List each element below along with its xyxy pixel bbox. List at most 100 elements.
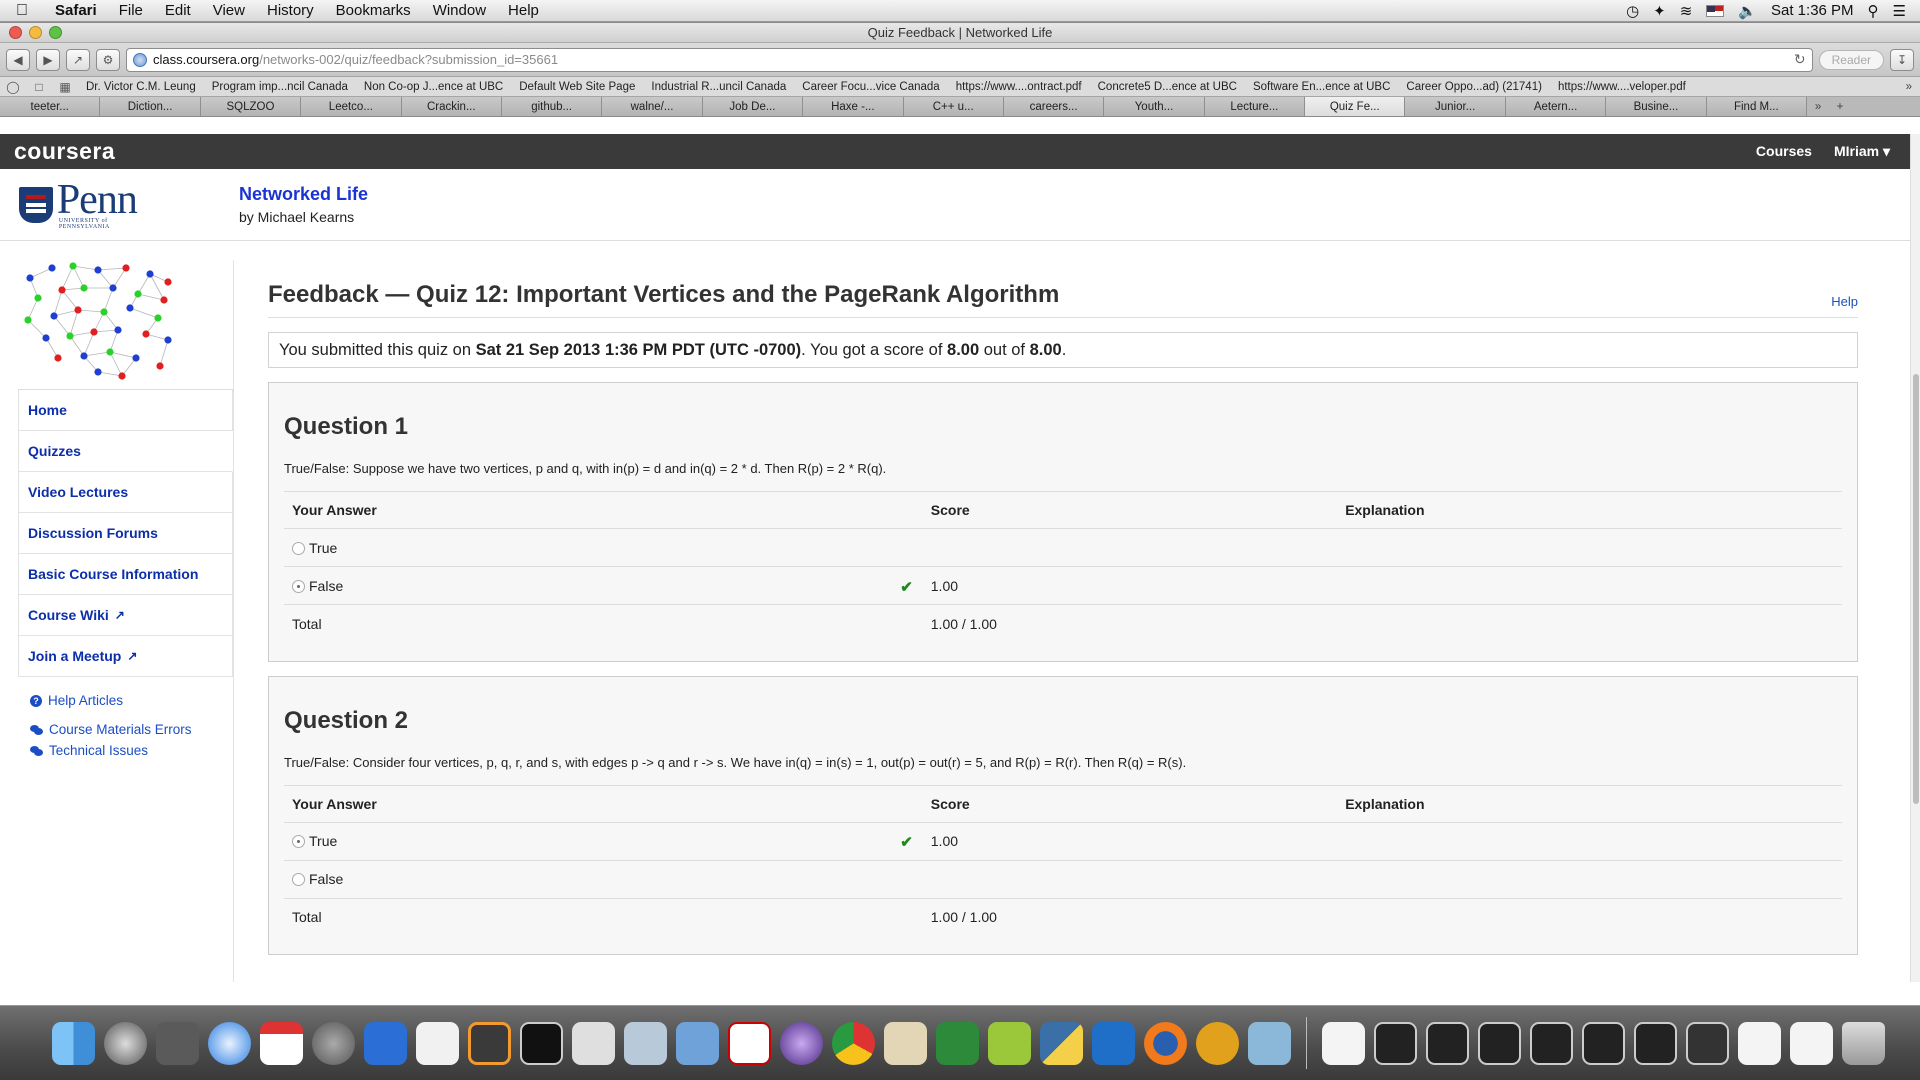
- browser-tab[interactable]: Job De...: [702, 97, 804, 116]
- browser-tab[interactable]: Junior...: [1405, 97, 1506, 116]
- wireshark-icon[interactable]: [1092, 1021, 1135, 1065]
- minimized-window-icon[interactable]: [1530, 1021, 1573, 1065]
- bookmark-item[interactable]: Career Oppo...ad) (21741): [1398, 81, 1550, 93]
- sidebar-item-video-lectures[interactable]: Video Lectures: [18, 472, 233, 513]
- folder-icon[interactable]: [884, 1021, 927, 1065]
- minimized-window-icon[interactable]: [1634, 1021, 1677, 1065]
- minimized-document-icon[interactable]: [1790, 1021, 1833, 1065]
- minimized-window-icon[interactable]: [1582, 1021, 1625, 1065]
- sublime-text-icon[interactable]: [468, 1021, 511, 1065]
- sidebar-item-join-meetup[interactable]: Join a Meetup ↗: [18, 636, 233, 677]
- finder-icon[interactable]: [52, 1021, 95, 1065]
- bookmark-item[interactable]: Program imp...ncil Canada: [204, 81, 356, 93]
- top-sites-icon[interactable]: ▦: [52, 80, 78, 94]
- browser-tab[interactable]: Youth...: [1104, 97, 1205, 116]
- menu-file[interactable]: File: [108, 2, 154, 19]
- forward-button[interactable]: ▶: [36, 48, 60, 71]
- bluetooth-icon[interactable]: ✦: [1653, 2, 1666, 20]
- minimized-window-icon[interactable]: [1426, 1021, 1469, 1065]
- new-tab-icon[interactable]: +: [1829, 101, 1851, 113]
- terminal-icon[interactable]: [520, 1021, 563, 1065]
- calendar-icon[interactable]: [260, 1021, 303, 1065]
- firefox-icon[interactable]: [1144, 1021, 1187, 1065]
- browser-tab[interactable]: Leetco...: [301, 97, 402, 116]
- back-button[interactable]: ◀: [6, 48, 30, 71]
- clock[interactable]: Sat 1:36 PM: [1771, 2, 1854, 19]
- bookmark-item[interactable]: Software En...ence at UBC: [1245, 81, 1398, 93]
- menu-bookmarks[interactable]: Bookmarks: [325, 2, 422, 19]
- spotlight-icon[interactable]: ⚲: [1868, 2, 1879, 20]
- system-preferences-icon[interactable]: [312, 1021, 355, 1065]
- excel-icon[interactable]: [936, 1021, 979, 1065]
- reading-list-icon[interactable]: ◯: [0, 80, 26, 94]
- safari-icon[interactable]: [208, 1021, 251, 1065]
- browser-tab[interactable]: Lecture...: [1204, 97, 1306, 116]
- zoom-window-button[interactable]: [49, 26, 62, 39]
- extensions-button[interactable]: ⚙: [96, 48, 120, 71]
- acrobat-icon[interactable]: [728, 1021, 771, 1065]
- more-tabs-icon[interactable]: »: [1807, 101, 1829, 113]
- menu-window[interactable]: Window: [422, 2, 497, 19]
- browser-tab[interactable]: Diction...: [100, 97, 201, 116]
- time-machine-icon[interactable]: ◷: [1626, 2, 1639, 20]
- browser-tab[interactable]: Quiz Fe...: [1305, 97, 1406, 116]
- browser-tab[interactable]: walne/...: [602, 97, 703, 116]
- browser-tab[interactable]: Haxe -...: [803, 97, 904, 116]
- address-bar[interactable]: class.coursera.org/networks-002/quiz/fee…: [126, 47, 1813, 72]
- launchpad-icon[interactable]: [104, 1021, 147, 1065]
- menu-view[interactable]: View: [202, 2, 256, 19]
- close-window-button[interactable]: [9, 26, 22, 39]
- page-scrollbar[interactable]: [1910, 134, 1920, 982]
- bookmark-item[interactable]: Default Web Site Page: [511, 81, 643, 93]
- minimized-window-icon[interactable]: [1686, 1021, 1729, 1065]
- sidebar-item-discussion-forums[interactable]: Discussion Forums: [18, 513, 233, 554]
- word-icon[interactable]: [364, 1021, 407, 1065]
- menu-app[interactable]: Safari: [44, 2, 108, 19]
- more-bookmarks-icon[interactable]: »: [1898, 81, 1920, 93]
- reload-icon[interactable]: ↻: [1794, 51, 1806, 68]
- minimized-window-icon[interactable]: [1374, 1021, 1417, 1065]
- downloads-button[interactable]: ↧: [1890, 48, 1914, 71]
- bookmark-item[interactable]: Career Focu...vice Canada: [794, 81, 947, 93]
- user-menu[interactable]: MIriam ▾: [1834, 143, 1890, 160]
- show-bookmarks-icon[interactable]: □: [26, 80, 52, 94]
- xcode-icon[interactable]: [676, 1021, 719, 1065]
- chrome-icon[interactable]: [832, 1021, 875, 1065]
- share-button[interactable]: ↗: [66, 48, 90, 71]
- menu-history[interactable]: History: [256, 2, 325, 19]
- scrollbar-thumb[interactable]: [1913, 374, 1919, 804]
- bookmark-item[interactable]: Dr. Victor C.M. Leung: [78, 81, 204, 93]
- input-source-flag-icon[interactable]: [1706, 4, 1725, 17]
- browser-tab[interactable]: SQLZOO: [200, 97, 302, 116]
- minimized-window-icon[interactable]: [1478, 1021, 1521, 1065]
- course-name[interactable]: Networked Life: [239, 184, 368, 205]
- sidebar-item-basic-course-info[interactable]: Basic Course Information: [18, 554, 233, 595]
- browser-tab[interactable]: careers...: [1003, 97, 1105, 116]
- sidebar-item-course-wiki[interactable]: Course Wiki ↗: [18, 595, 233, 636]
- bookmark-item[interactable]: https://www....ontract.pdf: [948, 81, 1090, 93]
- sidebar-item-home[interactable]: Home: [18, 390, 233, 431]
- app-store-icon[interactable]: [156, 1021, 199, 1065]
- wifi-icon[interactable]: ≋: [1680, 2, 1693, 20]
- apple-menu-icon[interactable]: : [0, 2, 44, 20]
- bookmark-item[interactable]: Industrial R...uncil Canada: [643, 81, 794, 93]
- notification-center-icon[interactable]: ☰: [1893, 2, 1906, 20]
- help-link[interactable]: Help: [1831, 294, 1858, 309]
- technical-issues-link[interactable]: Technical Issues: [30, 743, 233, 758]
- menu-help[interactable]: Help: [497, 2, 550, 19]
- browser-tab[interactable]: Crackin...: [401, 97, 502, 116]
- document-icon[interactable]: [1322, 1021, 1365, 1065]
- preview-icon[interactable]: [624, 1021, 667, 1065]
- trash-icon[interactable]: [1842, 1021, 1885, 1065]
- menu-edit[interactable]: Edit: [154, 2, 202, 19]
- browser-tab[interactable]: teeter...: [0, 97, 101, 116]
- browser-tab[interactable]: github...: [501, 97, 603, 116]
- python-icon[interactable]: [1040, 1021, 1083, 1065]
- cyberduck-icon[interactable]: [1248, 1021, 1291, 1065]
- bookmark-item[interactable]: https://www....veloper.pdf: [1550, 81, 1694, 93]
- audacity-icon[interactable]: [1196, 1021, 1239, 1065]
- volume-icon[interactable]: 🔈: [1738, 2, 1757, 20]
- minimize-window-button[interactable]: [29, 26, 42, 39]
- textedit-icon[interactable]: [416, 1021, 459, 1065]
- bookmark-item[interactable]: Concrete5 D...ence at UBC: [1090, 81, 1245, 93]
